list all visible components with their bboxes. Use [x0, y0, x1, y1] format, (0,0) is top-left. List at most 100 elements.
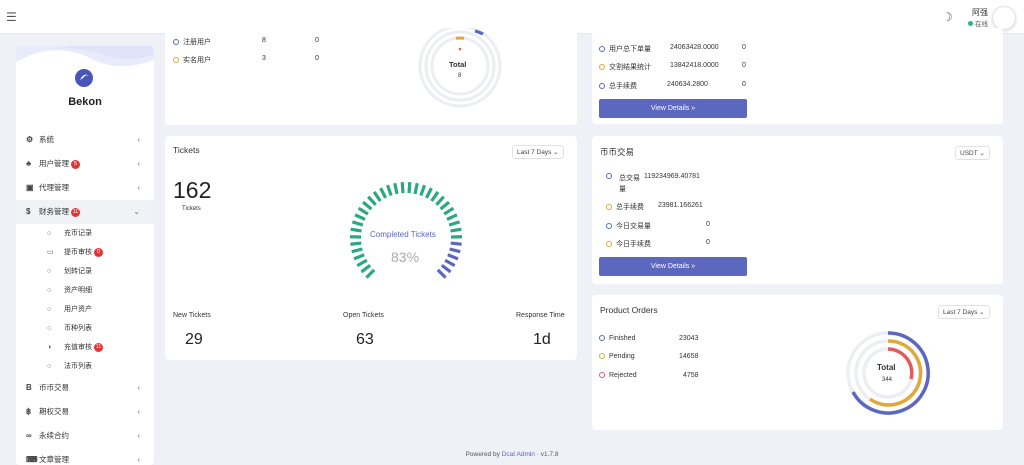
- stat-value: 0: [742, 62, 746, 69]
- dark-mode-icon[interactable]: ☽: [942, 10, 953, 24]
- stat-value: 29: [185, 331, 203, 348]
- donut-total-value: 8: [458, 73, 462, 79]
- users-icon: ♣: [26, 159, 32, 168]
- stat-label: 实名用户: [183, 57, 211, 64]
- stat-label: 用户总下单量: [609, 46, 651, 53]
- sidebar-subitem-user-assets[interactable]: ○ 用户资产: [16, 300, 154, 319]
- sidebar-nav: ⚙ 系统 ‹ ♣ 用户管理 5 ‹ ▣ 代理管理 ‹ $ 财务管理 11 ⌄ ○ 充币记录 ▭ 提币审核…: [16, 128, 154, 465]
- chevron-left-icon: ‹: [137, 135, 140, 144]
- circle-icon: ○: [47, 306, 52, 313]
- dollar-icon: $: [26, 207, 31, 216]
- gauge-segment: [419, 184, 427, 197]
- avatar[interactable]: [992, 6, 1016, 30]
- gauge-segment: [430, 191, 440, 202]
- notification-badge: 11: [94, 343, 103, 352]
- card-title: Product Orders: [600, 305, 658, 315]
- sidebar-subitem-label: 充币记录: [64, 230, 92, 237]
- stat-row: 今日交易量: [606, 221, 651, 231]
- stat-row: 用户总下单量: [599, 44, 651, 54]
- footer: Powered by Dcat Admin · v1.7.8: [0, 451, 1024, 458]
- gauge-segment: [447, 253, 459, 261]
- gauge-segment: [356, 258, 368, 268]
- stat-row: [606, 173, 616, 180]
- stat-value: 13842418.0000: [670, 62, 719, 69]
- sidebar-item-finance[interactable]: $ 财务管理 11 ⌄: [16, 200, 154, 224]
- stat-value: 3: [262, 55, 266, 62]
- period-select[interactable]: Last 7 Days ⌄: [512, 145, 564, 159]
- link-icon: ∞: [26, 431, 32, 440]
- ring-icon: [599, 64, 605, 70]
- gauge-value: 83%: [391, 249, 420, 265]
- sidebar-item-agents[interactable]: ▣ 代理管理 ‹: [16, 176, 154, 200]
- sidebar-subitem-deposit-records[interactable]: ○ 充币记录: [16, 224, 154, 243]
- gauge-segment: [448, 220, 461, 227]
- users-card: 注册用户 8 0 实名用户 3 0 Total 8: [165, 28, 577, 125]
- chevron-left-icon: ‹: [137, 159, 140, 168]
- sidebar-item-label: 永续合约: [39, 431, 69, 440]
- gauge-segment: [444, 258, 456, 268]
- stat-value: 14658: [679, 353, 699, 360]
- gauge-segment: [353, 253, 365, 261]
- orders-donut-chart: [846, 331, 930, 415]
- view-details-button[interactable]: View Details »: [599, 99, 747, 118]
- sidebar-item-label: 代理管理: [39, 183, 69, 192]
- gauge-segment: [350, 241, 362, 246]
- gauge-segment: [450, 227, 462, 233]
- stat-row: Pending: [599, 353, 635, 360]
- sidebar-subitem-asset-details[interactable]: ○ 资产明细: [16, 281, 154, 300]
- gauge-segment: [351, 247, 363, 254]
- period-select[interactable]: Last 7 Days ⌄: [938, 305, 990, 319]
- tickets-count-label: Tickets: [182, 206, 201, 212]
- brand-name: Bekon: [68, 96, 102, 108]
- notification-badge: 11: [71, 208, 80, 217]
- gauge-segment: [400, 182, 405, 194]
- footer-separator: ·: [536, 451, 539, 458]
- sidebar-subitem-transfer-records[interactable]: ○ 划转记录: [16, 262, 154, 281]
- gauge-label: Completed Tickets: [370, 230, 436, 239]
- sidebar-item-options[interactable]: ฿ 期权交易 ‹: [16, 400, 154, 424]
- sidebar-subitem-coin-list[interactable]: ○ 币种列表: [16, 319, 154, 338]
- gauge-segment: [446, 213, 458, 221]
- circle-icon: ○: [47, 363, 52, 370]
- menu-toggle-icon[interactable]: ☰: [6, 10, 17, 24]
- stat-label: Open Tickets: [343, 312, 384, 319]
- coin-trading-card: 币币交易 USDT ⌄ 总交易量 119234969.40781 总手续费 23…: [592, 136, 1003, 284]
- stat-label: 今日手续费: [616, 241, 651, 248]
- gauge-segment: [450, 241, 462, 246]
- stat-label: Pending: [609, 353, 635, 360]
- ring-icon: [606, 223, 612, 229]
- gauge-segment: [367, 195, 377, 206]
- ring-icon: [599, 372, 605, 378]
- sidebar-item-perpetual[interactable]: ∞ 永续合约 ‹: [16, 424, 154, 448]
- sidebar-item-system[interactable]: ⚙ 系统 ‹: [16, 128, 154, 152]
- gauge-segment: [365, 268, 376, 279]
- user-name: 阿强: [972, 8, 988, 17]
- ring-icon: [606, 204, 612, 210]
- footer-version: v1.7.8: [540, 451, 559, 458]
- circle-icon: ○: [47, 268, 52, 275]
- dcat-admin-link[interactable]: Dcat Admin: [502, 451, 535, 458]
- chevron-left-icon: ‹: [137, 183, 140, 192]
- gauge-segment: [440, 263, 452, 274]
- sidebar-item-coin-trading[interactable]: B 币币交易 ‹: [16, 376, 154, 400]
- sidebar-subitem-recharge-review[interactable]: ◑ 充值审核 11: [16, 338, 154, 357]
- circle-icon: ○: [47, 230, 52, 237]
- sidebar-subitem-label: 充值审核: [64, 344, 92, 351]
- view-details-button[interactable]: View Details »: [599, 257, 747, 276]
- stat-row: 交割结果统计: [599, 62, 651, 72]
- currency-select[interactable]: USDT ⌄: [955, 146, 990, 160]
- user-status: 在线: [968, 18, 988, 28]
- stat-row: 实名用户: [173, 55, 211, 65]
- stat-value: 0: [706, 239, 710, 246]
- sidebar-item-users[interactable]: ♣ 用户管理 5 ‹: [16, 152, 154, 176]
- sidebar-item-label: 系统: [39, 135, 54, 144]
- gauge-segment: [435, 195, 445, 206]
- sidebar-item-label: 用户管理: [39, 159, 69, 168]
- sidebar-subitem-fiat-list[interactable]: ○ 法币列表: [16, 357, 154, 376]
- users-donut-chart: [418, 28, 502, 108]
- sidebar-item-label: 期权交易: [39, 407, 69, 416]
- sidebar-subitem-withdraw-review[interactable]: ▭ 提币审核 0: [16, 243, 154, 262]
- logo-icon: [75, 69, 93, 87]
- bitcoin-icon: B: [26, 383, 32, 392]
- stat-label: 今日交易量: [616, 223, 651, 230]
